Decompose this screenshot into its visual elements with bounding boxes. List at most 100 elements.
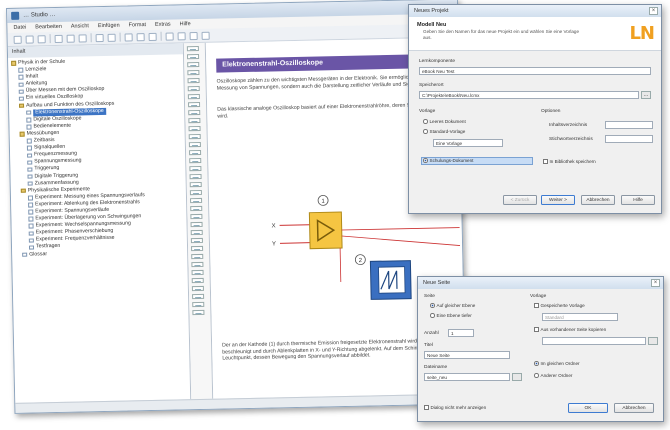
page-thumbnail[interactable] [190, 237, 203, 244]
source-page-field[interactable] [542, 337, 646, 345]
page-thumbnail[interactable] [187, 69, 200, 76]
save-icon[interactable] [37, 34, 46, 43]
page-thumbnail[interactable] [187, 77, 200, 84]
menu-item[interactable]: Extras [155, 20, 171, 30]
page-thumbnail[interactable] [189, 189, 202, 196]
page-thumbnail[interactable] [187, 93, 200, 100]
preview-icon[interactable] [201, 31, 210, 40]
next-button[interactable]: Weiter > [541, 195, 575, 205]
brand-logo: LN [629, 23, 655, 44]
page-thumbnail[interactable] [190, 229, 203, 236]
path-field[interactable]: C:\Projekte\eBook\Neu.lcmx [419, 91, 639, 99]
source-page-browse-button[interactable] [648, 337, 658, 345]
page-thumbnail[interactable] [187, 85, 200, 92]
page-icon [27, 181, 33, 186]
count-stepper[interactable]: 1 [448, 329, 474, 337]
page-thumbnail[interactable] [191, 269, 204, 276]
redo-icon[interactable] [107, 33, 116, 42]
template-select[interactable]: Standard [542, 313, 618, 321]
page-thumbnail[interactable] [190, 197, 203, 204]
close-icon[interactable]: × [651, 279, 660, 287]
new-icon[interactable] [13, 35, 22, 44]
cut-icon[interactable] [54, 34, 63, 43]
position-radio-lower-level[interactable]: Eine Ebene tiefer [430, 313, 472, 318]
page-thumbnail[interactable] [189, 165, 202, 172]
copy-page-checkbox[interactable]: Aus vorhandener Seite kopieren [534, 327, 606, 332]
page-thumbnail[interactable] [191, 277, 204, 284]
folder-radio-same[interactable]: Im gleichen Ordner [534, 361, 580, 366]
name-field[interactable]: eBook Neu Test [419, 67, 651, 75]
path-label: Speicherort [419, 83, 444, 88]
page-thumbnail[interactable] [187, 53, 200, 60]
page-thumbnail[interactable] [190, 213, 203, 220]
window-title: … Studio … [23, 11, 56, 19]
bold-icon[interactable] [124, 32, 133, 42]
option-field[interactable] [605, 135, 653, 143]
table-icon[interactable] [177, 31, 186, 40]
sawtooth-display [378, 266, 406, 294]
page-thumbnail[interactable] [191, 253, 204, 260]
saved-template-checkbox[interactable]: Gespeicherte Vorlage [534, 303, 585, 308]
page-thumbnail[interactable] [188, 101, 201, 108]
close-icon[interactable]: × [649, 7, 658, 15]
page-thumbnail[interactable] [192, 301, 205, 308]
menu-item[interactable]: Datei [13, 23, 26, 33]
page-thumbnail[interactable] [188, 133, 201, 140]
browse-button[interactable]: ... [641, 91, 651, 99]
page-thumbnail[interactable] [191, 261, 204, 268]
library-checkbox[interactable]: In Bibliothek speichern [543, 159, 596, 164]
option-field[interactable] [605, 121, 653, 129]
cancel-button[interactable]: Abbrechen [614, 403, 654, 413]
back-button[interactable]: < Zurück [503, 195, 537, 205]
template-select[interactable]: Eine Vorlage [433, 139, 503, 147]
menu-item[interactable]: Einfügen [98, 21, 120, 31]
open-icon[interactable] [25, 34, 34, 44]
page-thumbnail[interactable] [190, 221, 203, 228]
italic-icon[interactable] [136, 32, 145, 41]
image-icon[interactable] [165, 31, 174, 41]
ok-button[interactable]: OK [568, 403, 608, 413]
copy-icon[interactable] [66, 34, 75, 43]
menu-item[interactable]: Hilfe [180, 19, 191, 29]
page-thumbnail[interactable] [189, 149, 202, 156]
page-thumbnail[interactable] [192, 293, 205, 300]
page-icon [22, 252, 28, 258]
page-thumbnail[interactable] [192, 309, 205, 316]
position-radio-same-level[interactable]: Auf gleicher Ebene [430, 303, 475, 308]
page-thumbnail[interactable] [187, 61, 200, 68]
page-thumbnail[interactable] [188, 117, 201, 124]
template-radio-training[interactable]: Schulungs-Dokument [423, 158, 473, 163]
page-thumbnail[interactable] [191, 245, 204, 252]
page-thumbnail[interactable] [188, 125, 201, 132]
page-icon [18, 75, 24, 80]
toolbar-separator [49, 34, 51, 44]
undo-icon[interactable] [95, 33, 104, 42]
filename-browse-button[interactable] [512, 373, 522, 381]
underline-icon[interactable] [148, 32, 157, 41]
cancel-button[interactable]: Abbrechen [581, 195, 615, 205]
app-icon [11, 11, 20, 20]
page-thumbnail[interactable] [188, 141, 201, 148]
filename-field[interactable]: seite_neu [424, 373, 510, 381]
help-button[interactable]: Hilfe [621, 195, 655, 205]
radio-label: Schulungs-Dokument [429, 158, 474, 163]
menu-item[interactable]: Format [129, 20, 147, 30]
page-thumbnail[interactable] [189, 157, 202, 164]
dialog-titlebar: Neues Projekt × [409, 5, 661, 17]
page-thumbnail[interactable] [186, 45, 199, 52]
template-radio-empty[interactable]: Leeres Dokument [423, 119, 466, 124]
dont-show-again-checkbox[interactable]: Dialog nicht mehr anzeigen [424, 405, 486, 410]
folder-radio-other[interactable]: Anderer Ordner [534, 373, 572, 378]
title-field[interactable]: Neue Seite [424, 351, 510, 359]
option-label: Stichwortverzeichnis [549, 137, 593, 142]
link-icon[interactable] [189, 31, 198, 40]
page-thumbnail[interactable] [189, 173, 202, 180]
template-radio-standard[interactable]: Standard-Vorlage [423, 129, 465, 134]
menu-item[interactable]: Bearbeiten [35, 22, 62, 33]
page-thumbnail[interactable] [190, 205, 203, 212]
page-thumbnail[interactable] [189, 181, 202, 188]
menu-item[interactable]: Ansicht [71, 21, 89, 31]
page-thumbnail[interactable] [191, 285, 204, 292]
paste-icon[interactable] [78, 33, 87, 42]
page-thumbnail[interactable] [188, 109, 201, 116]
